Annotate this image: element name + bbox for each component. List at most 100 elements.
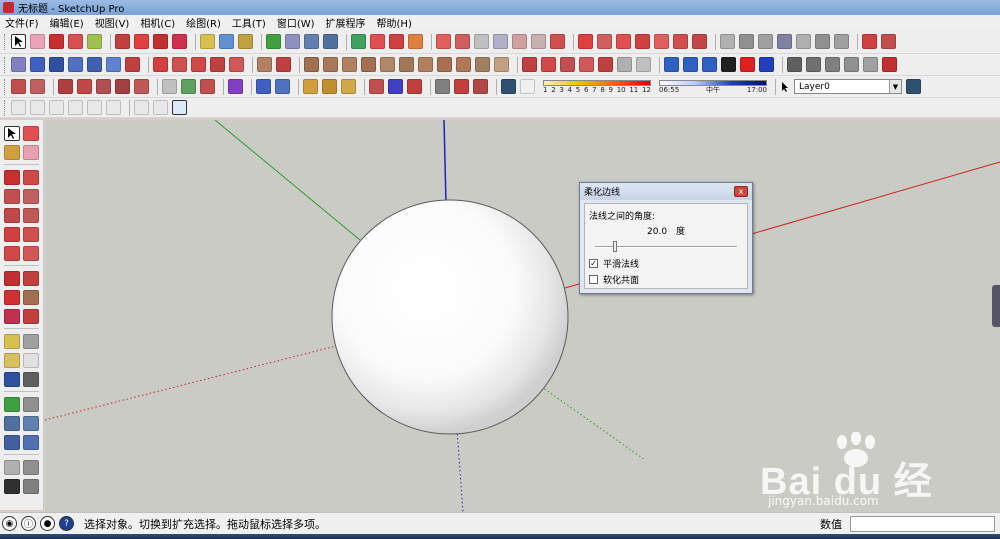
text-button[interactable]	[219, 34, 234, 49]
tool-3b-button[interactable]	[30, 79, 45, 94]
geo-location-icon[interactable]: ◉	[2, 516, 17, 531]
style-xray-button[interactable]	[720, 34, 735, 49]
plugin-ad-button[interactable]	[598, 57, 613, 72]
plugin-r-button[interactable]	[361, 57, 376, 72]
plugin-j-button[interactable]	[191, 57, 206, 72]
plugin-p-button[interactable]	[323, 57, 338, 72]
plugin-d-button[interactable]	[68, 57, 83, 72]
toolbar-grip[interactable]	[4, 99, 7, 116]
freehand-tool[interactable]	[23, 170, 39, 185]
shadow-month-slider[interactable]: 1 2 3 4 5 6 7 8 9 10 11 12	[543, 79, 651, 94]
solid-outer-shell-button[interactable]	[531, 34, 546, 49]
3d-text-tool[interactable]	[23, 372, 39, 387]
smooth-normals-checkbox[interactable]: ✓ 平滑法线	[589, 257, 743, 270]
pie-tool[interactable]	[23, 246, 39, 261]
record-button[interactable]	[740, 57, 755, 72]
menu-extensions[interactable]: 扩展程序	[325, 15, 367, 30]
plugin-al-button[interactable]	[882, 57, 897, 72]
dimension-tool[interactable]	[23, 334, 39, 349]
component-options-button[interactable]	[881, 34, 896, 49]
zoom-extents-tool[interactable]	[4, 435, 20, 450]
paint-bucket-button[interactable]	[238, 34, 253, 49]
tool-3a-button[interactable]	[11, 79, 26, 94]
plugin-k-button[interactable]	[210, 57, 225, 72]
arc-tool[interactable]	[4, 227, 20, 242]
followme-button[interactable]	[134, 34, 149, 49]
tool-3m-button[interactable]	[275, 79, 290, 94]
tool-3s-button[interactable]	[407, 79, 422, 94]
pencil-button[interactable]	[49, 34, 64, 49]
menu-tools[interactable]: 工具(T)	[231, 15, 267, 30]
style-textured-button[interactable]	[815, 34, 830, 49]
look-around-button[interactable]	[153, 100, 168, 115]
plugin-aj-button[interactable]	[844, 57, 859, 72]
plugin-z-button[interactable]	[522, 57, 537, 72]
close-icon[interactable]: x	[734, 186, 748, 197]
plugin-f-button[interactable]	[106, 57, 121, 72]
two-point-arc-tool[interactable]	[23, 227, 39, 242]
slider-thumb[interactable]	[613, 241, 617, 252]
warehouse-button[interactable]	[351, 34, 366, 49]
section-plane-button[interactable]	[550, 34, 565, 49]
make-component-tool[interactable]	[23, 126, 39, 141]
rectangle-tool[interactable]	[4, 189, 20, 204]
plugin-i-button[interactable]	[172, 57, 187, 72]
front-view-button[interactable]	[49, 100, 64, 115]
offset-tool[interactable]	[23, 309, 39, 324]
help-icon[interactable]: ?	[59, 516, 74, 531]
line-tool[interactable]	[4, 170, 20, 185]
plugin-ah-button[interactable]	[806, 57, 821, 72]
zoom-button[interactable]	[304, 34, 319, 49]
sandbox-drape-button[interactable]	[654, 34, 669, 49]
shadow-time-slider[interactable]: 06:55 中午 17:00	[659, 79, 767, 94]
tool-3i-button[interactable]	[181, 79, 196, 94]
plugin-af-button[interactable]	[636, 57, 651, 72]
plugin-y-button[interactable]	[494, 57, 509, 72]
orbit-tool[interactable]	[4, 397, 20, 412]
scale-button[interactable]	[172, 34, 187, 49]
paint-bucket-tool[interactable]	[4, 145, 20, 160]
plugin-ak-button[interactable]	[863, 57, 878, 72]
solid-union-button[interactable]	[436, 34, 451, 49]
tool-3r-button[interactable]	[388, 79, 403, 94]
tool-3u-button[interactable]	[454, 79, 469, 94]
tool-3h-button[interactable]	[162, 79, 177, 94]
user-account-icon[interactable]: ●	[40, 516, 55, 531]
solid-split-button[interactable]	[493, 34, 508, 49]
solid-intersect-button[interactable]	[512, 34, 527, 49]
measurements-input[interactable]	[850, 515, 995, 532]
tool-3l-button[interactable]	[256, 79, 271, 94]
extension-warehouse-button[interactable]	[389, 34, 404, 49]
move-tool[interactable]	[4, 271, 20, 286]
toolbar-grip[interactable]	[4, 78, 7, 95]
solid-subtract-button[interactable]	[455, 34, 470, 49]
walk-tool[interactable]	[4, 479, 20, 494]
xyz-button[interactable]	[683, 57, 698, 72]
axes-tool[interactable]	[4, 372, 20, 387]
tool-3f-button[interactable]	[115, 79, 130, 94]
rotated-rectangle-tool[interactable]	[23, 189, 39, 204]
soften-coplanar-checkbox[interactable]: 软化共面	[589, 273, 743, 286]
tool-3o-button[interactable]	[322, 79, 337, 94]
tape-measure-tool[interactable]	[4, 334, 20, 349]
rotate-tool[interactable]	[4, 290, 20, 305]
plugin-ac-button[interactable]	[579, 57, 594, 72]
tool-3q-button[interactable]	[369, 79, 384, 94]
position-camera-tool[interactable]	[4, 460, 20, 475]
pushpull-tool[interactable]	[23, 271, 39, 286]
zoom-extents-button[interactable]	[323, 34, 338, 49]
look-around-tool[interactable]	[23, 460, 39, 475]
circle-tool[interactable]	[4, 208, 20, 223]
three-point-arc-tool[interactable]	[4, 246, 20, 261]
pushpull-button[interactable]	[115, 34, 130, 49]
polygon-tool[interactable]	[23, 208, 39, 223]
layout-button[interactable]	[408, 34, 423, 49]
zoom-tool[interactable]	[4, 416, 20, 431]
style-back-edges-button[interactable]	[739, 34, 754, 49]
eraser-button[interactable]	[30, 34, 45, 49]
plugin-ab-button[interactable]	[560, 57, 575, 72]
select-tool-button[interactable]	[11, 34, 26, 49]
credits-icon[interactable]: ⓘ	[21, 516, 36, 531]
solid-trim-button[interactable]	[474, 34, 489, 49]
followme-tool[interactable]	[23, 290, 39, 305]
